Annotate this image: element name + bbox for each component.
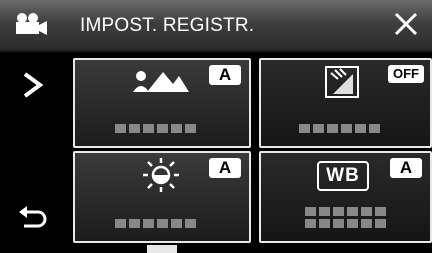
tile-white-balance[interactable]: WB A xyxy=(259,151,432,243)
close-icon[interactable] xyxy=(392,10,420,38)
badge-auto: A xyxy=(209,65,241,85)
page-title: IMPOST. REGISTR. xyxy=(80,15,255,36)
white-balance-icon: WB xyxy=(317,161,369,191)
brightness-sun-icon xyxy=(143,158,179,192)
value-placeholder xyxy=(115,219,196,228)
badge-off: OFF xyxy=(388,65,424,83)
header-bar: IMPOST. REGISTR. xyxy=(0,0,432,52)
return-arrow-icon[interactable] xyxy=(16,206,48,232)
page-indicator xyxy=(147,245,177,253)
badge-auto: A xyxy=(390,158,422,178)
tile-backlight[interactable]: OFF xyxy=(259,58,432,148)
value-placeholder xyxy=(299,124,380,133)
chevron-right-icon[interactable] xyxy=(20,70,46,100)
value-placeholder xyxy=(115,124,196,133)
backlight-compensation-icon xyxy=(325,66,359,98)
white-balance-icon-label: WB xyxy=(326,165,360,186)
video-camera-icon xyxy=(16,13,47,35)
badge-auto: A xyxy=(209,158,241,178)
scene-landscape-icon xyxy=(133,71,189,92)
value-placeholder xyxy=(305,207,386,228)
tile-brightness[interactable]: A xyxy=(73,151,251,243)
tile-scene[interactable]: A xyxy=(73,58,251,148)
